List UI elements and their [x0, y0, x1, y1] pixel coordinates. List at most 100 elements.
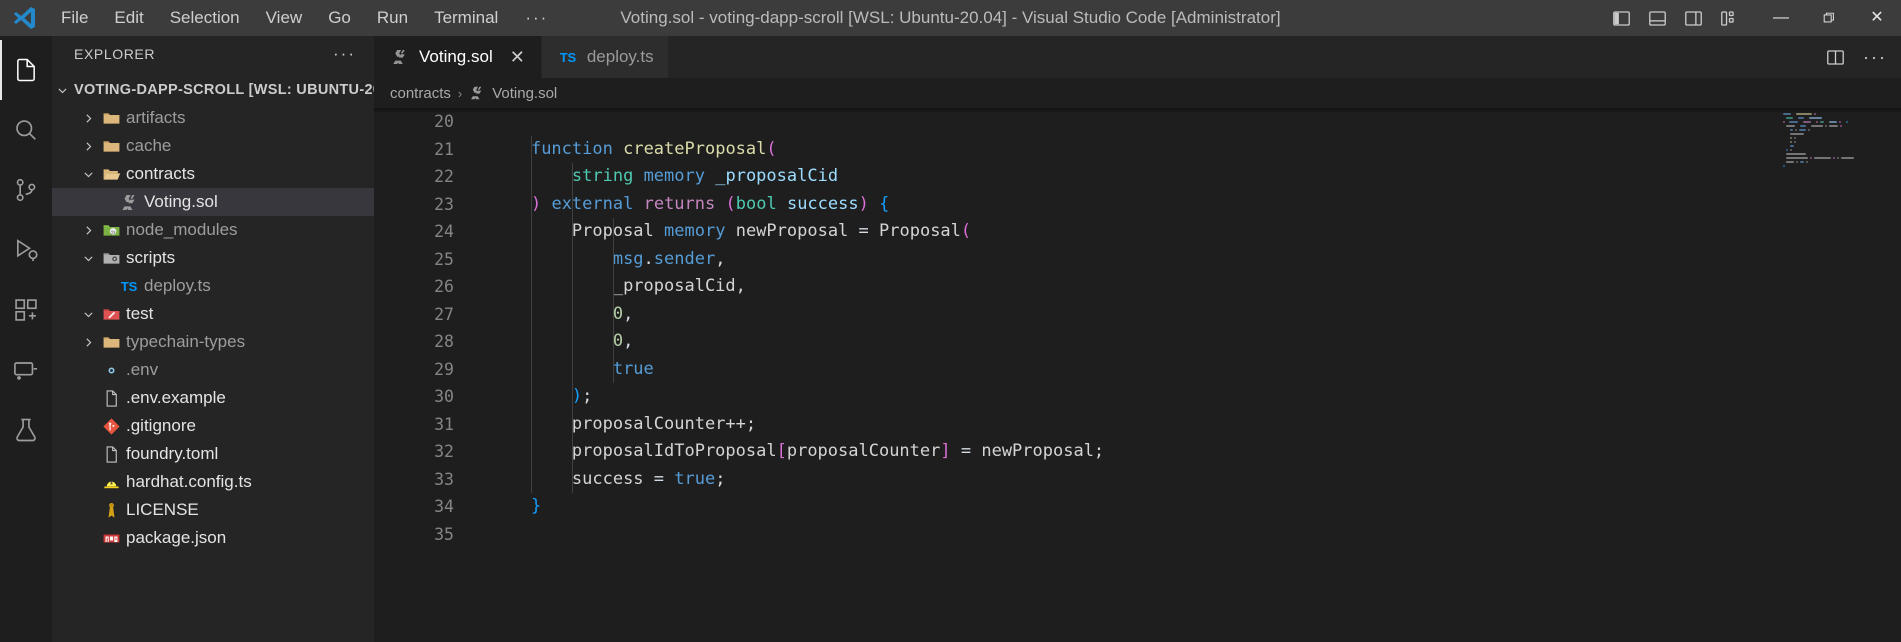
explorer-more-actions-button[interactable]: ··· — [329, 44, 360, 64]
tree-item--env[interactable]: .env — [52, 356, 374, 384]
scripts-icon — [103, 252, 119, 264]
menu-edit[interactable]: Edit — [101, 3, 156, 33]
code-line[interactable]: msg.sender, — [490, 246, 1901, 274]
chevron-right-icon[interactable] — [78, 224, 98, 237]
tree-item-label: test — [126, 304, 154, 323]
file-tree[interactable]: VOTING-DAPP-SCROLL [WSL: UBUNTU-20.... a… — [52, 72, 374, 642]
tree-item--env-example[interactable]: .env.example — [52, 384, 374, 412]
menu-overflow-button[interactable]: ··· — [511, 4, 562, 32]
toggle-panel-icon[interactable] — [1639, 0, 1675, 36]
close-button[interactable]: ✕ — [1853, 0, 1901, 36]
extensions-icon — [15, 299, 37, 321]
source-control-icon — [16, 178, 36, 202]
tree-item-test[interactable]: test — [52, 300, 374, 328]
tree-root-label: VOTING-DAPP-SCROLL [WSL: UBUNTU-20.... — [74, 82, 374, 98]
restore-button[interactable] — [1805, 0, 1853, 36]
minimize-button[interactable]: — — [1757, 0, 1805, 36]
tab-voting-sol[interactable]: Voting.sol ✕ — [374, 36, 542, 78]
test-folder-icon — [98, 305, 124, 324]
tree-item-voting-sol[interactable]: Voting.sol — [52, 188, 374, 216]
line-number: 22 — [434, 167, 454, 186]
editor-scrollbar[interactable] — [1883, 108, 1901, 642]
menu-selection[interactable]: Selection — [157, 3, 253, 33]
code-line[interactable]: _proposalCid, — [490, 273, 1901, 301]
split-editor-right-icon[interactable] — [1826, 48, 1845, 67]
tree-item-contracts[interactable]: contracts — [52, 160, 374, 188]
vscode-logo-icon — [0, 5, 48, 31]
menu-run[interactable]: Run — [364, 3, 421, 33]
code-line[interactable]: function createProposal( — [490, 136, 1901, 164]
gear-icon — [98, 361, 124, 380]
breadcrumb-item-contracts[interactable]: contracts — [390, 85, 451, 102]
tree-item-node-modules[interactable]: js node_modules — [52, 216, 374, 244]
menu-file[interactable]: File — [48, 3, 101, 33]
code-line[interactable] — [490, 521, 1901, 549]
code-line[interactable]: ) external returns (bool success) { — [490, 191, 1901, 219]
chevron-right-icon[interactable] — [78, 336, 98, 349]
activity-remote-explorer[interactable] — [0, 340, 52, 400]
npm-icon — [103, 534, 119, 542]
menu-bar[interactable]: File Edit Selection View Go Run Terminal… — [48, 3, 562, 33]
tree-item-label: deploy.ts — [144, 276, 211, 295]
tree-item-license[interactable]: LICENSE — [52, 496, 374, 524]
code-line[interactable]: } — [490, 493, 1901, 521]
menu-go[interactable]: Go — [315, 3, 364, 33]
tree-item-foundry-toml[interactable]: foundry.toml — [52, 440, 374, 468]
activity-search[interactable] — [0, 100, 52, 160]
editor-more-actions-button[interactable]: ··· — [1863, 47, 1887, 68]
code-line[interactable]: 0, — [490, 301, 1901, 329]
tab-close-button[interactable]: ✕ — [508, 48, 527, 66]
chevron-down-icon[interactable] — [78, 168, 98, 181]
minimap[interactable] — [1775, 108, 1873, 642]
tree-item-typechain-types[interactable]: typechain-types — [52, 328, 374, 356]
tree-item-scripts[interactable]: scripts — [52, 244, 374, 272]
code-line[interactable]: Proposal memory newProposal = Proposal( — [490, 218, 1901, 246]
breadcrumb[interactable]: contracts › Voting.sol — [374, 78, 1901, 108]
code-line[interactable]: 0, — [490, 328, 1901, 356]
chevron-right-icon[interactable] — [78, 140, 98, 153]
git-icon — [102, 417, 120, 435]
activity-testing[interactable] — [0, 400, 52, 460]
tree-item-package-json[interactable]: package.json — [52, 524, 374, 552]
tree-item--gitignore[interactable]: .gitignore — [52, 412, 374, 440]
tab-deploy-ts[interactable]: TS deploy.ts — [541, 36, 669, 78]
tree-item-label: .env — [126, 360, 159, 379]
tree-item-hardhat-config-ts[interactable]: hardhat.config.ts — [52, 468, 374, 496]
line-number: 21 — [434, 139, 454, 159]
toggle-secondary-sidebar-icon[interactable] — [1675, 0, 1711, 36]
activity-extensions[interactable] — [0, 280, 52, 340]
tree-item-label: .env.example — [126, 388, 226, 407]
code-editor[interactable]: 20 21 22 23 24 25 26 27 28 29 30 31 32 33 34 35 functio… — [374, 108, 1901, 642]
menu-view[interactable]: View — [253, 3, 316, 33]
chevron-down-icon[interactable] — [78, 308, 98, 321]
code-line[interactable]: success = true; — [490, 466, 1901, 494]
chevron-right-icon[interactable] — [78, 112, 98, 125]
menu-terminal[interactable]: Terminal — [421, 3, 511, 33]
line-number: 25 — [434, 249, 454, 269]
folder-open-icon — [103, 168, 120, 180]
tree-item-artifacts[interactable]: artifacts — [52, 104, 374, 132]
typescript-icon: TS — [120, 278, 138, 294]
license-icon — [98, 501, 124, 520]
chevron-down-icon[interactable] — [78, 252, 98, 265]
explorer-sidebar: EXPLORER ··· VOTING-DAPP-SCROLL [WSL: UB… — [52, 36, 374, 642]
tree-root-folder[interactable]: VOTING-DAPP-SCROLL [WSL: UBUNTU-20.... — [52, 76, 374, 104]
code-line[interactable]: ); — [490, 383, 1901, 411]
customize-layout-icon[interactable] — [1711, 0, 1747, 36]
code-line[interactable]: proposalCounter++; — [490, 411, 1901, 439]
code-line[interactable]: true — [490, 356, 1901, 384]
code-line[interactable]: proposalIdToProposal[proposalCounter] = … — [490, 438, 1901, 466]
code-line[interactable] — [490, 108, 1901, 136]
activity-source-control[interactable] — [0, 160, 52, 220]
breadcrumb-item-voting-sol[interactable]: Voting.sol — [492, 85, 557, 102]
toggle-primary-sidebar-icon[interactable] — [1603, 0, 1639, 36]
code-line[interactable]: string memory _proposalCid — [490, 163, 1901, 191]
folder-icon — [98, 137, 124, 156]
line-number: 28 — [434, 332, 454, 351]
activity-explorer[interactable] — [0, 40, 52, 100]
line-number: 29 — [434, 359, 454, 379]
activity-run-debug[interactable] — [0, 220, 52, 280]
code-content[interactable]: function createProposal( string memory _… — [482, 108, 1901, 642]
tree-item-cache[interactable]: cache — [52, 132, 374, 160]
tree-item-deploy-ts[interactable]: TS deploy.ts — [52, 272, 374, 300]
